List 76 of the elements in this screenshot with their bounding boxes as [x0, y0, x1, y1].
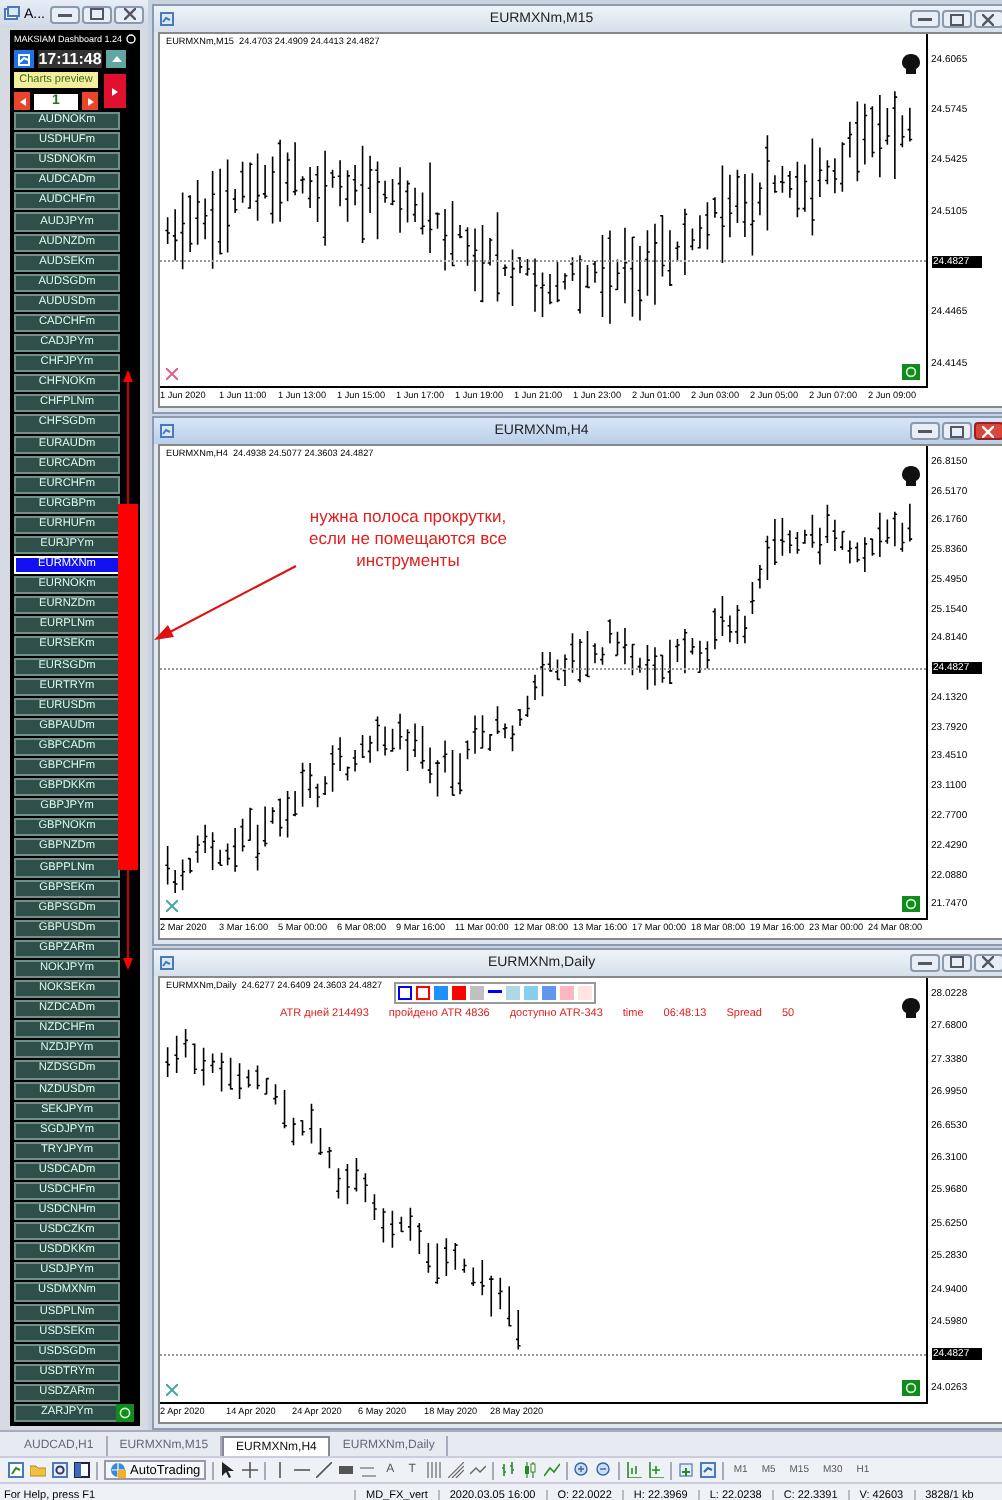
close-icon — [982, 13, 995, 25]
arrow — [154, 565, 297, 640]
color-swatch[interactable] — [398, 985, 413, 1000]
settings-icon[interactable] — [126, 34, 137, 44]
new-chart-icon[interactable] — [8, 1462, 24, 1478]
clock: 17:11:48 — [38, 50, 102, 68]
autoscroll-icon[interactable] — [647, 1462, 664, 1478]
window-icon — [4, 6, 20, 22]
caret-icon — [112, 87, 118, 95]
cross-icon — [166, 899, 179, 912]
maximize-button[interactable] — [82, 5, 113, 23]
color-swatch[interactable] — [542, 985, 557, 1000]
close-icon — [982, 956, 995, 969]
skull-icon — [901, 997, 920, 1018]
color-swatch[interactable] — [560, 985, 575, 1000]
minimize-icon — [917, 959, 932, 966]
minimize-button[interactable] — [909, 10, 940, 28]
maximize-icon — [949, 13, 964, 25]
color-swatch[interactable] — [434, 985, 449, 1000]
chart-button[interactable] — [14, 50, 34, 68]
close-icon — [123, 8, 136, 20]
indicators-icon[interactable] — [677, 1462, 694, 1478]
caret-icon — [19, 97, 25, 105]
color-swatch[interactable] — [470, 985, 485, 1000]
color-swatch[interactable] — [506, 985, 521, 1000]
chart-icon — [160, 424, 175, 439]
folder-icon[interactable] — [30, 1462, 46, 1478]
close-button[interactable] — [973, 422, 1002, 441]
chart-icon — [160, 12, 175, 26]
chart-shift-icon[interactable] — [625, 1462, 642, 1478]
minimize-icon — [58, 11, 73, 17]
minimize-icon — [917, 428, 932, 435]
cross-icon — [166, 368, 179, 381]
crosshair-icon[interactable] — [242, 1462, 259, 1478]
cross-icon — [166, 1384, 179, 1396]
skull-icon — [901, 466, 920, 487]
chart-icon — [160, 955, 175, 970]
maximize-icon — [949, 425, 964, 438]
trend-line-icon[interactable] — [316, 1462, 333, 1478]
caret-icon — [87, 97, 93, 105]
close-button[interactable] — [114, 5, 145, 23]
minimize-button[interactable] — [909, 953, 940, 972]
chart-icon — [18, 53, 30, 65]
maximize-button[interactable] — [941, 422, 972, 441]
color-swatch[interactable] — [578, 985, 593, 1000]
templates-icon[interactable] — [699, 1462, 716, 1478]
maximize-button[interactable] — [941, 953, 972, 972]
maximize-icon — [949, 956, 964, 969]
zoom-out-icon[interactable] — [595, 1462, 612, 1478]
color-swatch[interactable] — [524, 985, 539, 1000]
minimize-button[interactable] — [50, 5, 81, 23]
color-swatch[interactable] — [416, 985, 431, 1000]
bar-chart-icon[interactable] — [499, 1462, 516, 1478]
window-icon[interactable] — [74, 1462, 90, 1478]
next-button[interactable] — [82, 92, 98, 110]
caret-icon — [111, 56, 121, 62]
previous-button[interactable] — [14, 92, 30, 110]
skull-icon — [901, 54, 920, 74]
refresh-icon[interactable] — [116, 1404, 135, 1422]
close-icon — [982, 425, 995, 438]
line-chart-icon[interactable] — [543, 1462, 560, 1478]
zoom-chart-icon[interactable] — [52, 1462, 68, 1478]
zoom-in-icon[interactable] — [573, 1462, 590, 1478]
cursor-icon[interactable] — [220, 1462, 237, 1478]
minimize-icon — [917, 16, 932, 22]
close-button[interactable] — [973, 953, 1002, 972]
minimize-button[interactable] — [909, 422, 940, 441]
rectangle-icon[interactable] — [338, 1462, 355, 1478]
color-swatch[interactable] — [452, 985, 467, 1000]
expand-button[interactable] — [104, 74, 126, 108]
globe-icon — [110, 1462, 126, 1478]
maximize-icon — [90, 8, 105, 20]
annotation-text: нужна полоса прокрутки, если не помещаются все инструменты — [306, 506, 510, 572]
candlestick-icon[interactable] — [521, 1462, 538, 1478]
maximize-button[interactable] — [941, 10, 972, 28]
close-button[interactable] — [973, 10, 1002, 28]
